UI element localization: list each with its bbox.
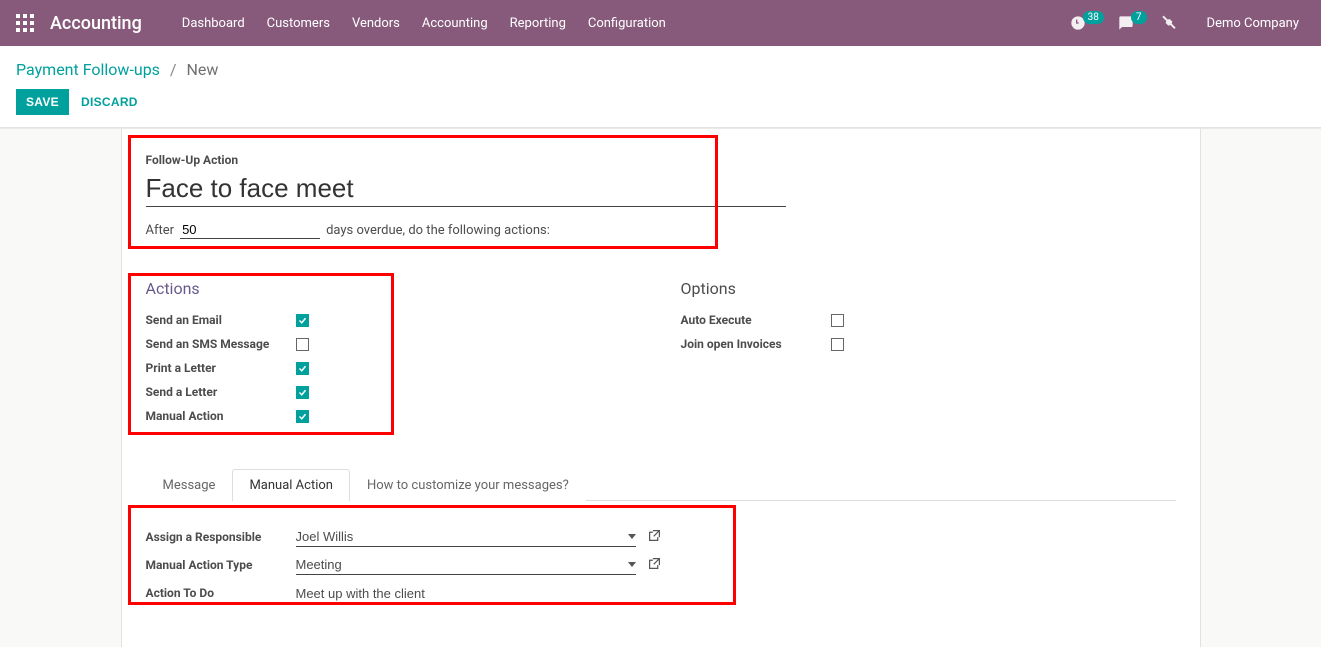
action-label: Send a Letter	[146, 385, 296, 399]
delay-input[interactable]	[180, 221, 320, 239]
todo-input[interactable]	[296, 584, 636, 603]
title-input[interactable]	[146, 173, 786, 204]
menu-dashboard[interactable]: Dashboard	[182, 16, 245, 31]
external-link-icon[interactable]	[648, 557, 661, 574]
after-suffix: days overdue, do the following actions:	[326, 223, 550, 238]
dropdown-caret-icon[interactable]	[628, 562, 636, 567]
action-label: Send an Email	[146, 313, 296, 327]
form-sheet: Follow-Up Action After days overdue, do …	[121, 129, 1201, 647]
control-bar: Payment Follow-ups / New Save Discard	[0, 46, 1321, 128]
action-checkbox[interactable]	[296, 386, 309, 399]
menu-vendors[interactable]: Vendors	[352, 16, 400, 31]
main-menu: Dashboard Customers Vendors Accounting R…	[182, 16, 666, 31]
action-checkbox[interactable]	[296, 338, 309, 351]
option-label: Auto Execute	[681, 313, 831, 327]
breadcrumb: Payment Follow-ups / New	[16, 60, 1305, 79]
tab-message[interactable]: Message	[146, 469, 233, 501]
todo-label: Action To Do	[146, 586, 296, 600]
company-selector[interactable]: Demo Company	[1207, 16, 1299, 31]
tab-manual-action[interactable]: Manual Action	[232, 469, 350, 501]
menu-accounting[interactable]: Accounting	[422, 16, 488, 31]
action-checkbox[interactable]	[296, 362, 309, 375]
debug-icon[interactable]	[1161, 15, 1177, 31]
dropdown-caret-icon[interactable]	[628, 534, 636, 539]
breadcrumb-parent[interactable]: Payment Follow-ups	[16, 60, 160, 79]
action-checkbox[interactable]	[296, 314, 309, 327]
external-link-icon[interactable]	[648, 529, 661, 546]
responsible-label: Assign a Responsible	[146, 530, 296, 544]
top-nav: Accounting Dashboard Customers Vendors A…	[0, 0, 1321, 46]
app-brand[interactable]: Accounting	[50, 13, 142, 34]
action-type-label: Manual Action Type	[146, 558, 296, 572]
save-button[interactable]: Save	[16, 89, 69, 115]
options-title: Options	[681, 279, 1176, 298]
tab-customize[interactable]: How to customize your messages?	[350, 469, 586, 501]
responsible-input[interactable]	[296, 527, 622, 546]
actions-title: Actions	[146, 279, 641, 298]
discard-button[interactable]: Discard	[81, 95, 138, 109]
option-checkbox[interactable]	[831, 314, 844, 327]
breadcrumb-current: New	[186, 60, 218, 79]
title-label: Follow-Up Action	[146, 153, 1176, 167]
action-label: Manual Action	[146, 409, 296, 423]
option-checkbox[interactable]	[831, 338, 844, 351]
menu-customers[interactable]: Customers	[267, 16, 330, 31]
activity-badge: 38	[1083, 11, 1104, 24]
action-checkbox[interactable]	[296, 410, 309, 423]
action-type-input[interactable]	[296, 555, 622, 574]
tabs: Message Manual Action How to customize y…	[146, 468, 1176, 501]
action-label: Print a Letter	[146, 361, 296, 375]
messages-badge: 7	[1131, 11, 1147, 24]
menu-reporting[interactable]: Reporting	[510, 16, 566, 31]
messages-icon[interactable]: 7	[1118, 15, 1147, 31]
option-label: Join open Invoices	[681, 337, 831, 351]
activity-icon[interactable]: 38	[1070, 15, 1104, 31]
menu-configuration[interactable]: Configuration	[588, 16, 666, 31]
action-label: Send an SMS Message	[146, 337, 296, 351]
after-label: After	[146, 223, 175, 238]
apps-icon[interactable]	[8, 6, 42, 40]
breadcrumb-separator: /	[170, 60, 177, 79]
